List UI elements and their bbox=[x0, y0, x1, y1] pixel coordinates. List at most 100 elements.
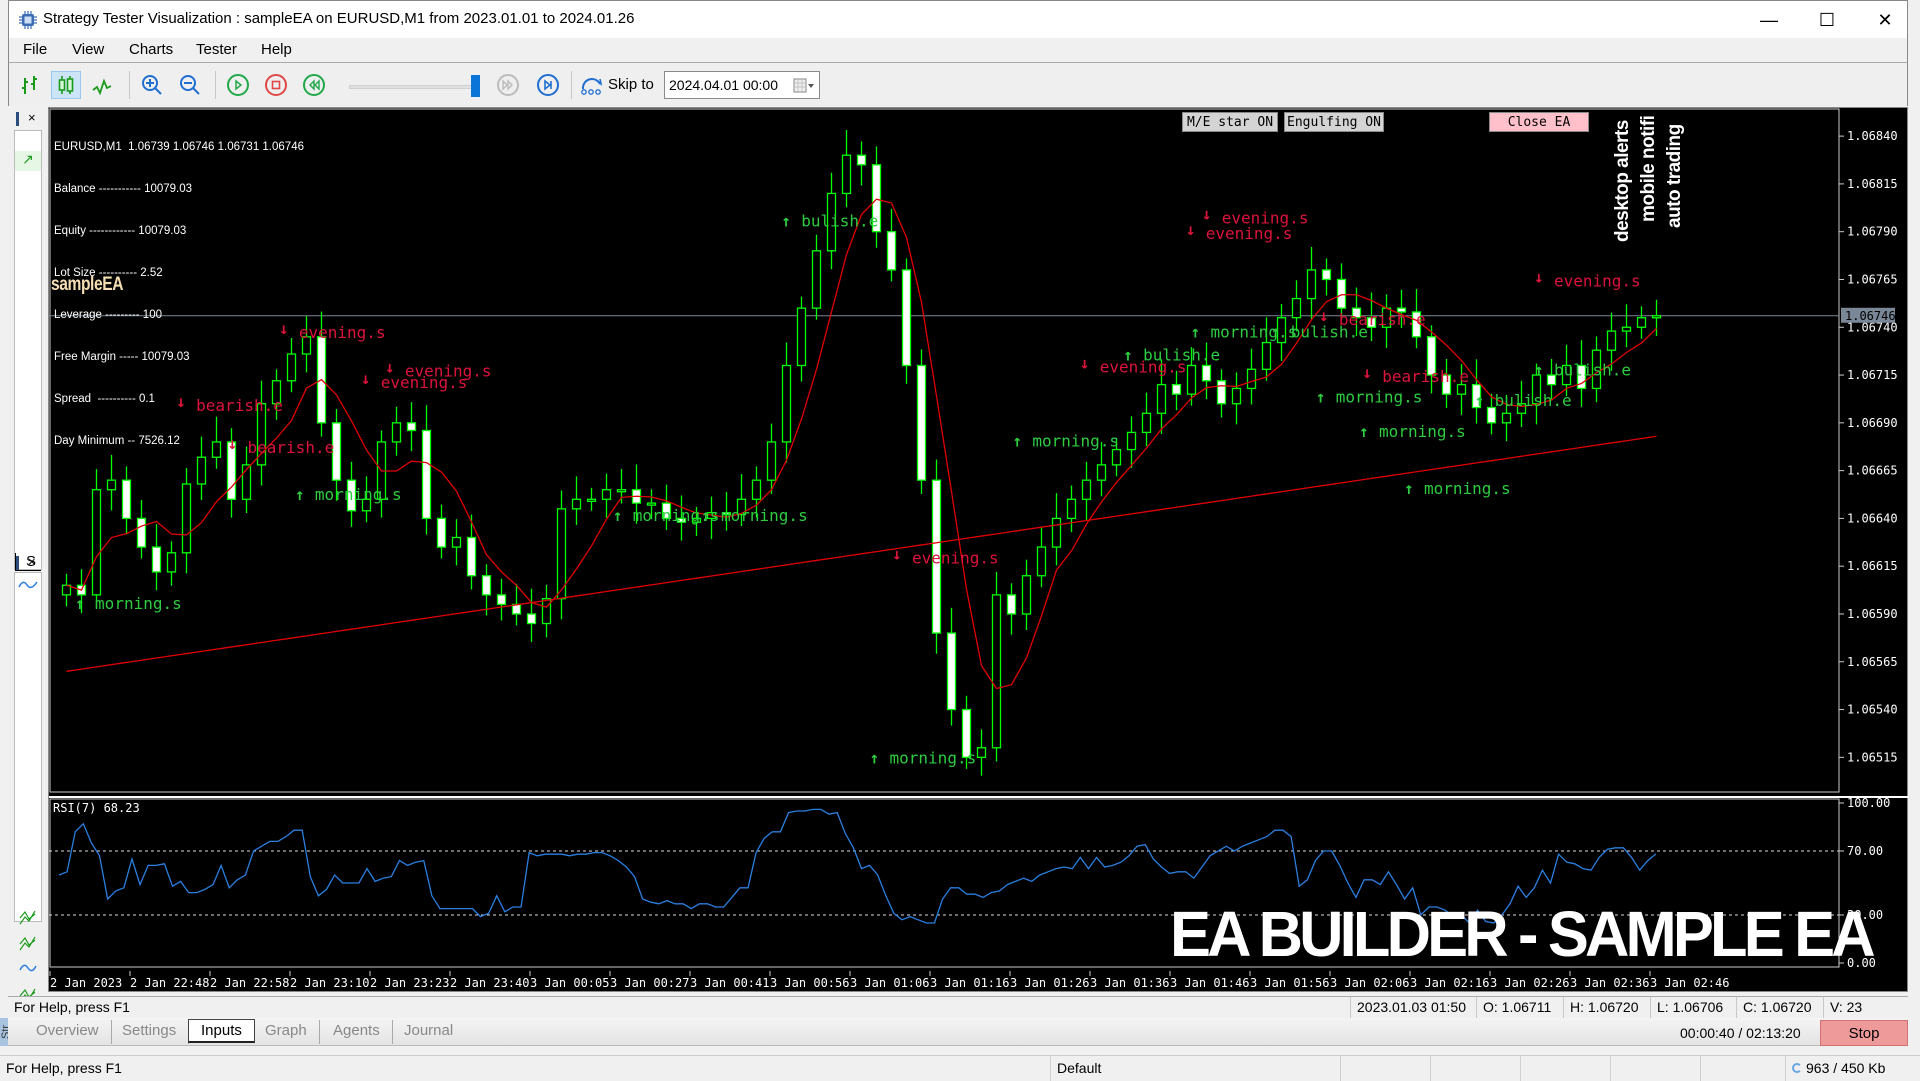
status-datetime: 2023.01.03 01:50 bbox=[1350, 997, 1472, 1019]
indicator-icon[interactable] bbox=[17, 932, 39, 954]
zoom-in-button[interactable] bbox=[137, 71, 167, 99]
play-button[interactable] bbox=[223, 71, 253, 99]
candle-body bbox=[1021, 575, 1032, 615]
close-ea-button[interactable]: Close EA bbox=[1489, 112, 1589, 132]
stop-test-button[interactable] bbox=[261, 71, 291, 99]
tab-inputs[interactable]: Inputs bbox=[188, 1019, 255, 1043]
menu-view[interactable]: View bbox=[72, 41, 104, 58]
pattern-label: evening.s bbox=[1554, 272, 1641, 291]
price-tick-label: 1.06790 bbox=[1847, 225, 1898, 239]
tab-overview[interactable]: Overview bbox=[24, 1020, 112, 1044]
minimize-button[interactable]: — bbox=[1741, 1, 1797, 39]
line-chart-icon bbox=[92, 78, 112, 96]
candle-body bbox=[541, 598, 552, 625]
candle-body bbox=[1141, 412, 1152, 434]
buy-arrow-icon: ↑ bbox=[613, 506, 623, 525]
line-indicator-icon[interactable] bbox=[17, 577, 39, 593]
line-chart-button[interactable] bbox=[87, 71, 117, 99]
panel-close-icon[interactable]: × bbox=[28, 554, 36, 569]
chart-status-bar: For Help, press F1 2023.01.03 01:50 O: 1… bbox=[8, 996, 1908, 1019]
fast-forward-button[interactable] bbox=[493, 71, 523, 99]
candle-body bbox=[1261, 341, 1272, 370]
pattern-label: morning.s bbox=[1211, 322, 1298, 341]
candle-body bbox=[796, 307, 807, 367]
time-tick-label: 3 Jan 01:26 bbox=[1010, 976, 1089, 990]
calendar-dropdown-icon[interactable] bbox=[793, 78, 815, 94]
tab-agents[interactable]: Agents bbox=[321, 1020, 393, 1044]
price-tick-label: 1.06515 bbox=[1847, 750, 1898, 764]
sell-arrow-icon: ↓ bbox=[1362, 363, 1372, 382]
speed-slider-thumb[interactable] bbox=[471, 75, 480, 97]
tab-graph[interactable]: Graph bbox=[253, 1020, 320, 1044]
skip-to-button[interactable] bbox=[579, 73, 605, 97]
window-title: Strategy Tester Visualization : sampleEA… bbox=[43, 10, 635, 27]
candle-body bbox=[1501, 412, 1512, 424]
oscillator-icon[interactable] bbox=[17, 958, 39, 980]
trend-arrow-icon[interactable]: ↗ bbox=[15, 151, 41, 171]
candlestick-chart-button[interactable] bbox=[51, 71, 81, 99]
buy-arrow-icon: ↑ bbox=[1271, 322, 1281, 341]
candle-body bbox=[496, 594, 507, 606]
step-to-end-button[interactable] bbox=[533, 71, 563, 99]
zoom-out-icon bbox=[180, 75, 200, 95]
close-button[interactable]: ✕ bbox=[1857, 1, 1913, 39]
auto-trading-toggle[interactable]: auto trading bbox=[1664, 124, 1686, 228]
price-tick-label: 1.06840 bbox=[1847, 129, 1898, 143]
price-tick-label: 1.06565 bbox=[1847, 655, 1898, 669]
candle-body bbox=[841, 154, 852, 195]
candle-body bbox=[481, 575, 492, 596]
panel-close-icon[interactable]: × bbox=[28, 110, 36, 125]
candle-body bbox=[1036, 546, 1047, 577]
indicator-icon[interactable] bbox=[17, 906, 39, 928]
price-tick-label: 1.06615 bbox=[1847, 559, 1898, 573]
menu-help[interactable]: Help bbox=[261, 41, 292, 58]
pattern-label: morning.s bbox=[315, 485, 402, 504]
mobile-notifications-toggle[interactable]: mobile notifi bbox=[1638, 116, 1660, 222]
candle-body bbox=[1216, 380, 1227, 405]
buy-arrow-icon: ↑ bbox=[1404, 479, 1414, 498]
play-icon bbox=[227, 74, 249, 96]
buy-arrow-icon: ↑ bbox=[1475, 391, 1485, 410]
desktop-alerts-toggle[interactable]: desktop alerts bbox=[1612, 120, 1634, 242]
status-low: L: 1.06706 bbox=[1650, 997, 1729, 1019]
menu-charts[interactable]: Charts bbox=[129, 41, 173, 58]
slow-ma-line bbox=[66, 435, 1657, 672]
rewind-button[interactable] bbox=[299, 71, 329, 99]
price-tick-label: 1.06540 bbox=[1847, 703, 1898, 717]
candle-body bbox=[1231, 387, 1242, 405]
zoom-out-button[interactable] bbox=[175, 71, 205, 99]
candle-body bbox=[1186, 364, 1197, 395]
sell-arrow-icon: ↓ bbox=[1534, 268, 1544, 287]
info-equity: Equity ------------ 10079.03 bbox=[54, 225, 187, 237]
status-cell bbox=[1340, 1056, 1430, 1081]
skip-to-date-input[interactable]: 2024.04.01 00:00 bbox=[664, 71, 820, 99]
tab-journal[interactable]: Journal bbox=[392, 1020, 465, 1044]
info-day-minimum: Day Minimum -- 7526.12 bbox=[54, 435, 180, 447]
panel-grip bbox=[16, 556, 19, 570]
pattern-label: evening.s bbox=[1222, 209, 1309, 228]
sell-arrow-icon: ↓ bbox=[385, 357, 395, 376]
ea-name-label: sampleEA bbox=[51, 274, 124, 295]
time-tick-label: 2 Jan 22:48 bbox=[130, 976, 209, 990]
candle-body bbox=[1096, 464, 1107, 481]
tab-settings[interactable]: Settings bbox=[110, 1020, 190, 1044]
speed-slider-track[interactable] bbox=[349, 85, 479, 89]
maximize-button[interactable]: ☐ bbox=[1799, 1, 1855, 39]
sell-arrow-icon: ↓ bbox=[1080, 354, 1090, 373]
candle-body bbox=[751, 479, 762, 500]
candle-body bbox=[1126, 431, 1137, 451]
pattern-label: morning.s bbox=[95, 594, 182, 613]
time-tick-label: 3 Jan 02:46 bbox=[1650, 976, 1729, 990]
candle-body bbox=[166, 552, 177, 573]
skip-to-label: Skip to bbox=[608, 76, 654, 93]
stop-button[interactable]: Stop bbox=[1820, 1020, 1908, 1046]
status-cell bbox=[1700, 1056, 1790, 1081]
traffic-value: 963 / 450 Kb bbox=[1806, 1060, 1886, 1076]
me-star-toggle-button[interactable]: M/E star ON bbox=[1182, 112, 1278, 132]
time-tick-label: 3 Jan 01:56 bbox=[1250, 976, 1329, 990]
bar-chart-button[interactable] bbox=[15, 71, 45, 99]
candle-body bbox=[91, 489, 102, 596]
engulfing-toggle-button[interactable]: Engulfing ON bbox=[1284, 112, 1384, 132]
menu-file[interactable]: File bbox=[23, 41, 47, 58]
menu-tester[interactable]: Tester bbox=[196, 41, 237, 58]
